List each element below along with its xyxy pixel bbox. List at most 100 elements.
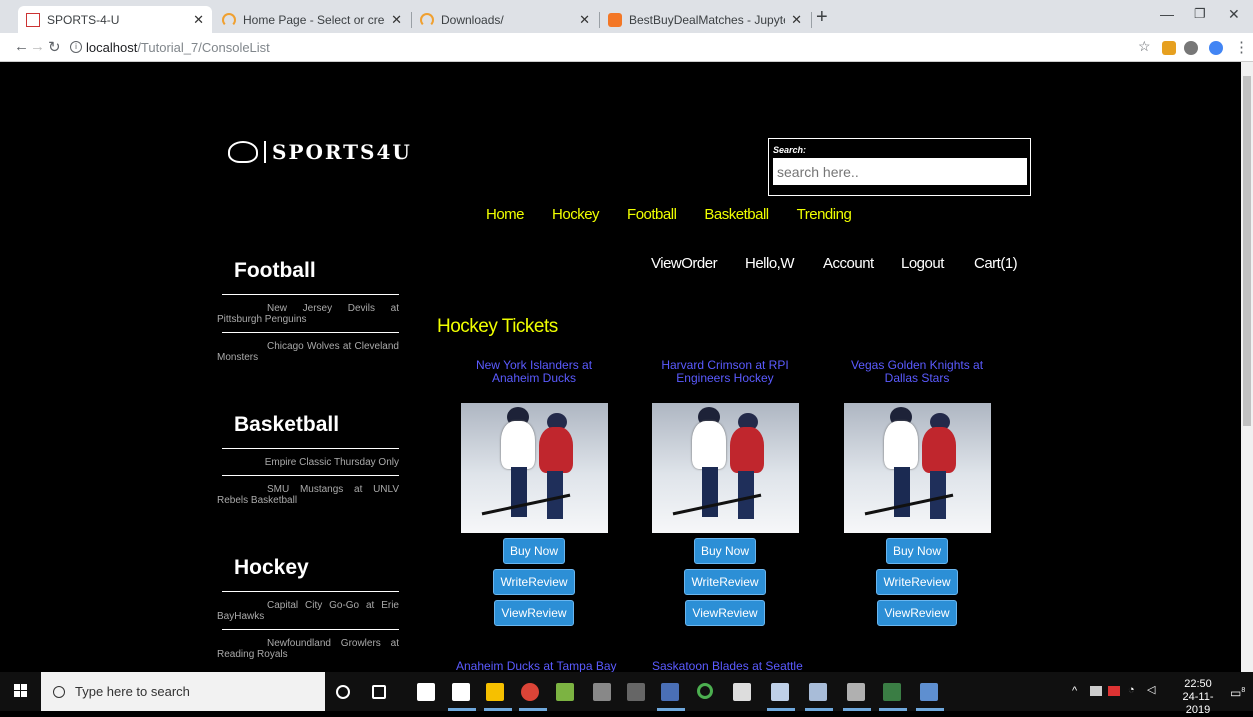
tray-chevron-icon[interactable]: ^ xyxy=(1072,685,1077,698)
ticket-name-link[interactable]: Harvard Crimson at RPI Engineers Hockey xyxy=(650,359,800,403)
sidebar-item[interactable]: New Jersey Devils at Pittsburgh Penguins xyxy=(217,295,399,332)
forward-icon[interactable]: → xyxy=(30,38,45,55)
windows-start-icon[interactable] xyxy=(14,684,28,698)
hockey-image[interactable] xyxy=(460,403,608,533)
view-review-button[interactable]: ViewReview xyxy=(877,600,957,626)
close-tab-icon[interactable]: ✕ xyxy=(579,12,590,28)
nav-home[interactable]: Home xyxy=(486,206,525,223)
app-icon[interactable] xyxy=(556,683,574,701)
close-tab-icon[interactable]: ✕ xyxy=(391,12,402,28)
maximize-icon[interactable]: ❐ xyxy=(1194,6,1206,22)
site-logo[interactable]: SPORTS4U xyxy=(228,140,412,164)
buy-now-button[interactable]: Buy Now xyxy=(693,538,757,564)
buy-now-button[interactable]: Buy Now xyxy=(885,538,949,564)
nav-view-order[interactable]: ViewOrder xyxy=(651,255,718,272)
url-field[interactable]: localhost/Tutorial_7/ConsoleList xyxy=(86,40,270,55)
view-review-button[interactable]: ViewReview xyxy=(494,600,574,626)
nav-account[interactable]: Account xyxy=(823,255,874,272)
logo-divider xyxy=(264,141,266,163)
scrollbar-thumb[interactable] xyxy=(1243,76,1251,426)
chrome-icon[interactable] xyxy=(521,683,539,701)
buy-now-button[interactable]: Buy Now xyxy=(502,538,566,564)
wifi-icon[interactable]: ◔ xyxy=(1128,684,1135,697)
nav-user-greeting[interactable]: Hello,W xyxy=(745,255,795,272)
tab-title: BestBuyDealMatches - Jupyter N xyxy=(629,12,785,27)
site-info-icon[interactable]: i xyxy=(70,41,82,53)
tray-app-icon[interactable] xyxy=(1090,686,1102,696)
write-review-button[interactable]: WriteReview xyxy=(684,569,766,595)
profile-avatar-icon[interactable] xyxy=(1209,41,1223,55)
close-tab-icon[interactable]: ✕ xyxy=(193,12,204,28)
sidebar-heading-football: Football xyxy=(234,259,316,282)
notification-icon[interactable]: ▭8 xyxy=(1230,684,1245,700)
ticket-name-link[interactable]: New York Islanders at Anaheim Ducks xyxy=(459,359,609,403)
cortana-icon[interactable] xyxy=(336,685,350,699)
clock[interactable]: 22:50 24-11-2019 xyxy=(1172,678,1224,717)
app-icon[interactable] xyxy=(847,683,865,701)
search-input[interactable] xyxy=(773,158,1027,185)
back-icon[interactable]: ← xyxy=(14,38,29,55)
hockey-image[interactable] xyxy=(843,403,991,533)
close-tab-icon[interactable]: ✕ xyxy=(791,12,802,28)
tray-app-icon[interactable] xyxy=(1108,686,1120,696)
sidebar-item-label: SMU Mustangs at UNLV Rebels Basketball xyxy=(217,484,399,506)
bookmark-star-icon[interactable]: ☆ xyxy=(1138,38,1151,55)
view-review-button[interactable]: ViewReview xyxy=(685,600,765,626)
app-icon[interactable] xyxy=(920,683,938,701)
new-tab-icon[interactable]: + xyxy=(816,6,828,29)
sidebar-item-label: Chicago Wolves at Cleveland Monsters xyxy=(217,341,399,363)
file-explorer-icon[interactable] xyxy=(486,683,504,701)
app-icon[interactable] xyxy=(733,683,751,701)
search-icon xyxy=(53,685,65,698)
app-icon[interactable] xyxy=(627,683,645,701)
sidebar-item[interactable]: SMU Mustangs at UNLV Rebels Basketball xyxy=(217,476,399,513)
extension-icon[interactable] xyxy=(1162,41,1176,55)
ticket-name-link[interactable]: Saskatoon Blades at Seattle xyxy=(652,659,803,672)
menu-kebab-icon[interactable]: ⋮ xyxy=(1234,38,1249,56)
minimize-icon[interactable]: — xyxy=(1160,6,1174,22)
close-window-icon[interactable]: ✕ xyxy=(1228,6,1240,23)
sidebar-item[interactable]: Capital City Go-Go at Erie BayHawks xyxy=(217,592,399,629)
reload-icon[interactable]: ↻ xyxy=(48,38,61,56)
nav-logout[interactable]: Logout xyxy=(901,255,944,272)
ticket-name-link[interactable]: Vegas Golden Knights at Dallas Stars xyxy=(842,359,992,403)
tab-home-page[interactable]: Home Page - Select or create a n ✕ xyxy=(214,6,410,33)
app-icon[interactable] xyxy=(593,683,611,701)
nav-hockey[interactable]: Hockey xyxy=(552,206,600,223)
url-host: localhost xyxy=(86,40,138,55)
extension-icon[interactable] xyxy=(1184,41,1198,55)
url-path: /Tutorial_7/ConsoleList xyxy=(137,40,270,55)
task-view-icon[interactable] xyxy=(372,685,386,699)
nav-cart[interactable]: Cart(1) xyxy=(974,255,1018,272)
app-icon[interactable] xyxy=(771,683,789,701)
app-icon[interactable] xyxy=(809,683,827,701)
nav-basketball[interactable]: Basketball xyxy=(704,206,769,223)
address-bar: ← → ↻ i localhost/Tutorial_7/ConsoleList… xyxy=(0,33,1253,62)
sidebar-item[interactable]: Newfoundland Growlers at Reading Royals xyxy=(217,630,399,667)
page-scrollbar[interactable] xyxy=(1241,62,1253,672)
nav-trending[interactable]: Trending xyxy=(797,206,852,223)
nav-football[interactable]: Football xyxy=(627,206,677,223)
app-icon[interactable] xyxy=(883,683,901,701)
tab-jupyter[interactable]: BestBuyDealMatches - Jupyter N ✕ xyxy=(600,6,810,33)
ticket-name-link[interactable]: Anaheim Ducks at Tampa Bay xyxy=(456,659,617,672)
write-review-button[interactable]: WriteReview xyxy=(876,569,958,595)
write-review-button[interactable]: WriteReview xyxy=(493,569,575,595)
sidebar-item[interactable]: Empire Classic Thursday Only xyxy=(217,449,399,475)
app-icon[interactable] xyxy=(661,683,679,701)
skull-logo-icon xyxy=(228,141,258,163)
sidebar-item[interactable]: Chicago Wolves at Cleveland Monsters xyxy=(217,333,399,370)
loading-icon xyxy=(222,12,236,27)
sidebar-heading-basketball: Basketball xyxy=(234,413,340,436)
store-icon[interactable] xyxy=(417,683,435,701)
hockey-image[interactable] xyxy=(651,403,799,533)
mail-icon[interactable] xyxy=(452,683,470,701)
tab-title: SPORTS-4-U xyxy=(47,12,120,27)
app-icon[interactable] xyxy=(697,683,713,699)
ticket-card: Vegas Golden Knights at Dallas Stars Buy… xyxy=(842,359,992,626)
search-label: Search: xyxy=(773,145,807,155)
taskbar-search[interactable]: Type here to search xyxy=(41,672,325,711)
tab-sports4u[interactable]: SPORTS-4-U ✕ xyxy=(18,6,212,33)
tab-downloads[interactable]: Downloads/ ✕ xyxy=(412,6,598,33)
volume-icon[interactable]: ◁ xyxy=(1147,684,1155,697)
